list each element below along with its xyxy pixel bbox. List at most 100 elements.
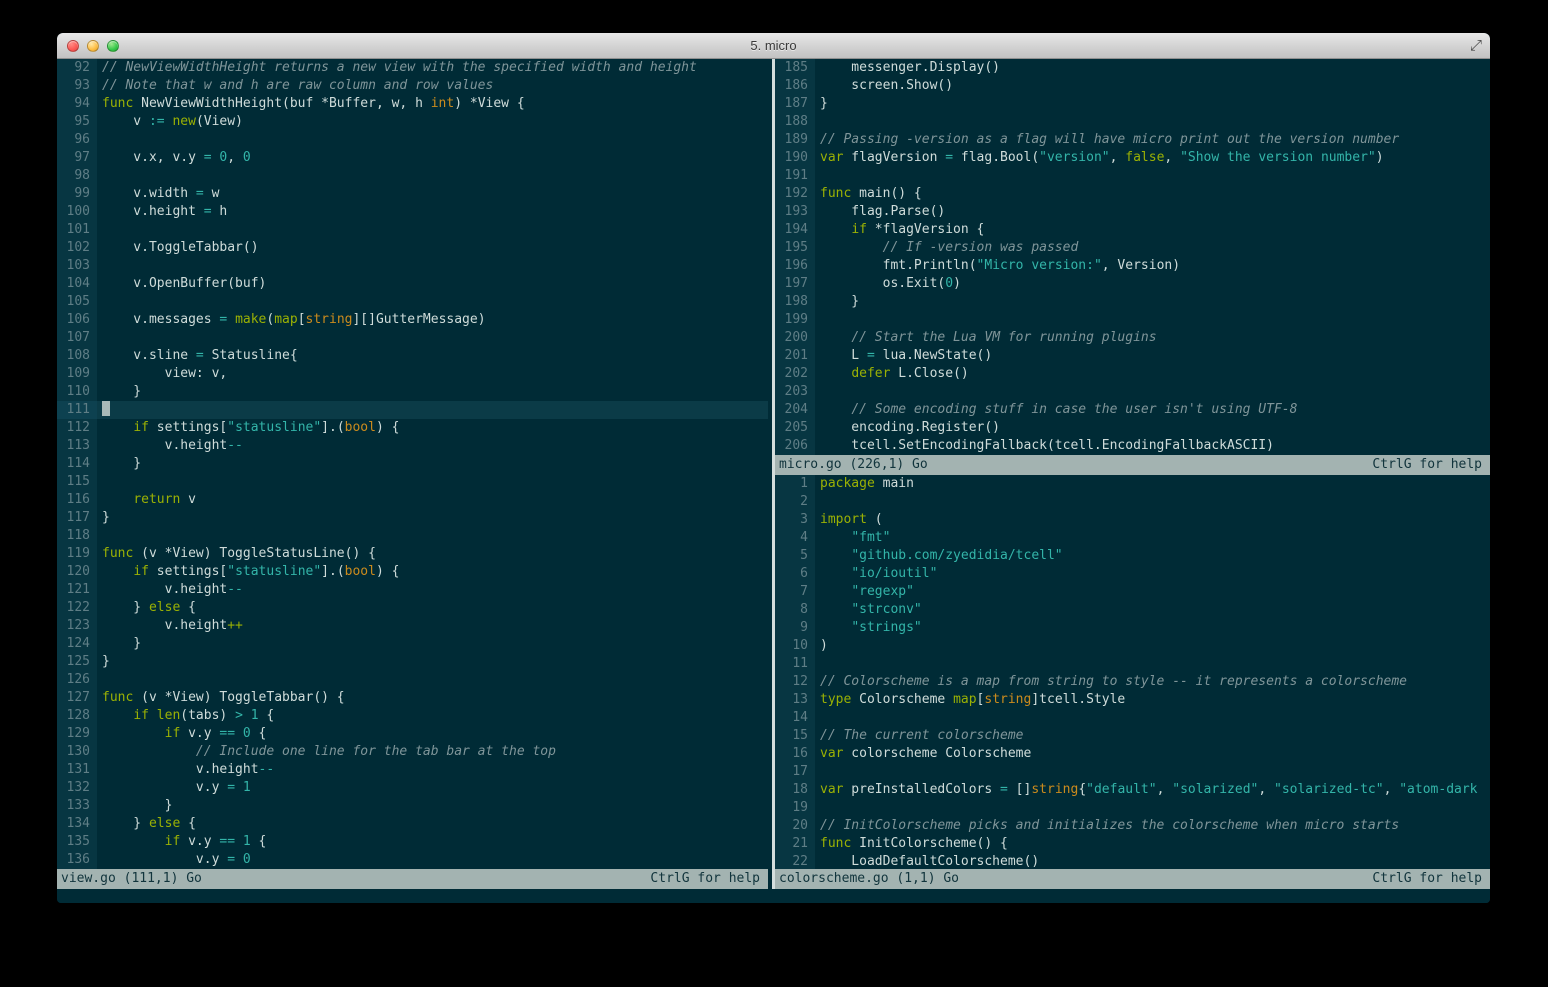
close-button[interactable]	[67, 40, 79, 52]
code-line-102[interactable]: 102 v.ToggleTabbar()	[57, 239, 768, 257]
code-line-14[interactable]: 14	[775, 709, 1490, 727]
code-line-198[interactable]: 198 }	[775, 293, 1490, 311]
code-line-194[interactable]: 194 if *flagVersion {	[775, 221, 1490, 239]
code-line-97[interactable]: 97 v.x, v.y = 0, 0	[57, 149, 768, 167]
window-titlebar[interactable]: 5. micro ⤢	[57, 33, 1490, 59]
code-line-8[interactable]: 8 "strconv"	[775, 601, 1490, 619]
code-line-11[interactable]: 11	[775, 655, 1490, 673]
code-line-100[interactable]: 100 v.height = h	[57, 203, 768, 221]
code-line-109[interactable]: 109 view: v,	[57, 365, 768, 383]
code-line-5[interactable]: 5 "github.com/zyedidia/tcell"	[775, 547, 1490, 565]
code-area-view-go[interactable]: 92 // NewViewWidthHeight returns a new vi…	[57, 59, 768, 869]
code-line-10[interactable]: 10)	[775, 637, 1490, 655]
code-line-111[interactable]: 111	[57, 401, 768, 419]
code-line-2[interactable]: 2	[775, 493, 1490, 511]
code-line-127[interactable]: 127 func (v *View) ToggleTabbar() {	[57, 689, 768, 707]
code-line-118[interactable]: 118	[57, 527, 768, 545]
code-text: tcell.SetEncodingFallback(tcell.Encoding…	[820, 438, 1274, 453]
code-line-17[interactable]: 17	[775, 763, 1490, 781]
code-line-189[interactable]: 189 // Passing -version as a flag will ha…	[775, 131, 1490, 149]
code-line-95[interactable]: 95 v := new(View)	[57, 113, 768, 131]
code-line-99[interactable]: 99 v.width = w	[57, 185, 768, 203]
code-line-114[interactable]: 114 }	[57, 455, 768, 473]
code-line-12[interactable]: 12 // Colorscheme is a map from string to…	[775, 673, 1490, 691]
code-line-15[interactable]: 15 // The current colorscheme	[775, 727, 1490, 745]
code-line-1[interactable]: 1 package main	[775, 475, 1490, 493]
code-line-108[interactable]: 108 v.sline = Statusline{	[57, 347, 768, 365]
code-line-106[interactable]: 106 v.messages = make(map[string][]Gutte…	[57, 311, 768, 329]
code-line-123[interactable]: 123 v.height++	[57, 617, 768, 635]
code-line-121[interactable]: 121 v.height--	[57, 581, 768, 599]
code-line-3[interactable]: 3 import (	[775, 511, 1490, 529]
code-line-6[interactable]: 6 "io/ioutil"	[775, 565, 1490, 583]
code-line-134[interactable]: 134 } else {	[57, 815, 768, 833]
code-area-micro-go[interactable]: 185 messenger.Display() 186 screen.Show()…	[775, 59, 1490, 455]
code-line-205[interactable]: 205 encoding.Register()	[775, 419, 1490, 437]
code-line-125[interactable]: 125}	[57, 653, 768, 671]
code-line-101[interactable]: 101	[57, 221, 768, 239]
code-line-135[interactable]: 135 if v.y == 1 {	[57, 833, 768, 851]
code-line-185[interactable]: 185 messenger.Display()	[775, 59, 1490, 77]
code-line-131[interactable]: 131 v.height--	[57, 761, 768, 779]
code-line-133[interactable]: 133 }	[57, 797, 768, 815]
code-line-124[interactable]: 124 }	[57, 635, 768, 653]
code-line-202[interactable]: 202 defer L.Close()	[775, 365, 1490, 383]
code-line-115[interactable]: 115	[57, 473, 768, 491]
minimize-button[interactable]	[87, 40, 99, 52]
code-line-128[interactable]: 128 if len(tabs) > 1 {	[57, 707, 768, 725]
fullscreen-icon[interactable]: ⤢	[1470, 36, 1482, 54]
code-line-4[interactable]: 4 "fmt"	[775, 529, 1490, 547]
code-line-200[interactable]: 200 // Start the Lua VM for running plug…	[775, 329, 1490, 347]
code-line-18[interactable]: 18 var preInstalledColors = []string{"def…	[775, 781, 1490, 799]
code-line-107[interactable]: 107	[57, 329, 768, 347]
code-line-122[interactable]: 122 } else {	[57, 599, 768, 617]
code-line-103[interactable]: 103	[57, 257, 768, 275]
code-line-188[interactable]: 188	[775, 113, 1490, 131]
zoom-button[interactable]	[107, 40, 119, 52]
code-line-186[interactable]: 186 screen.Show()	[775, 77, 1490, 95]
code-line-92[interactable]: 92 // NewViewWidthHeight returns a new vi…	[57, 59, 768, 77]
code-line-193[interactable]: 193 flag.Parse()	[775, 203, 1490, 221]
code-line-187[interactable]: 187}	[775, 95, 1490, 113]
code-line-199[interactable]: 199	[775, 311, 1490, 329]
code-line-197[interactable]: 197 os.Exit(0)	[775, 275, 1490, 293]
code-line-201[interactable]: 201 L = lua.NewState()	[775, 347, 1490, 365]
code-line-204[interactable]: 204 // Some encoding stuff in case the u…	[775, 401, 1490, 419]
code-line-96[interactable]: 96	[57, 131, 768, 149]
code-line-190[interactable]: 190 var flagVersion = flag.Bool("version"…	[775, 149, 1490, 167]
code-text	[97, 401, 768, 419]
code-line-119[interactable]: 119 func (v *View) ToggleStatusLine() {	[57, 545, 768, 563]
code-line-21[interactable]: 21 func InitColorscheme() {	[775, 835, 1490, 853]
code-line-104[interactable]: 104 v.OpenBuffer(buf)	[57, 275, 768, 293]
code-line-93[interactable]: 93 // Note that w and h are raw column an…	[57, 77, 768, 95]
code-line-13[interactable]: 13 type Colorscheme map[string]tcell.Styl…	[775, 691, 1490, 709]
code-line-117[interactable]: 117}	[57, 509, 768, 527]
code-line-126[interactable]: 126	[57, 671, 768, 689]
code-line-113[interactable]: 113 v.height--	[57, 437, 768, 455]
code-line-192[interactable]: 192 func main() {	[775, 185, 1490, 203]
code-line-9[interactable]: 9 "strings"	[775, 619, 1490, 637]
code-line-110[interactable]: 110 }	[57, 383, 768, 401]
code-line-136[interactable]: 136 v.y = 0	[57, 851, 768, 869]
code-line-129[interactable]: 129 if v.y == 0 {	[57, 725, 768, 743]
code-line-19[interactable]: 19	[775, 799, 1490, 817]
code-line-195[interactable]: 195 // If -version was passed	[775, 239, 1490, 257]
code-line-7[interactable]: 7 "regexp"	[775, 583, 1490, 601]
code-line-206[interactable]: 206 tcell.SetEncodingFallback(tcell.Enco…	[775, 437, 1490, 455]
code-line-116[interactable]: 116 return v	[57, 491, 768, 509]
code-line-98[interactable]: 98	[57, 167, 768, 185]
code-line-196[interactable]: 196 fmt.Println("Micro version:", Versio…	[775, 257, 1490, 275]
code-line-120[interactable]: 120 if settings["statusline"].(bool) {	[57, 563, 768, 581]
code-line-132[interactable]: 132 v.y = 1	[57, 779, 768, 797]
code-line-112[interactable]: 112 if settings["statusline"].(bool) {	[57, 419, 768, 437]
code-line-191[interactable]: 191	[775, 167, 1490, 185]
code-line-130[interactable]: 130 // Include one line for the tab bar …	[57, 743, 768, 761]
code-line-22[interactable]: 22 LoadDefaultColorscheme()	[775, 853, 1490, 869]
code-area-colorscheme-go[interactable]: 1 package main 2 3 import (4 "fmt" 5 "github.…	[775, 475, 1490, 869]
code-line-94[interactable]: 94 func NewViewWidthHeight(buf *Buffer, w…	[57, 95, 768, 113]
code-line-16[interactable]: 16 var colorscheme Colorscheme	[775, 745, 1490, 763]
code-line-203[interactable]: 203	[775, 383, 1490, 401]
code-line-20[interactable]: 20 // InitColorscheme picks and initializ…	[775, 817, 1490, 835]
code-line-105[interactable]: 105	[57, 293, 768, 311]
line-number: 97	[57, 149, 97, 167]
